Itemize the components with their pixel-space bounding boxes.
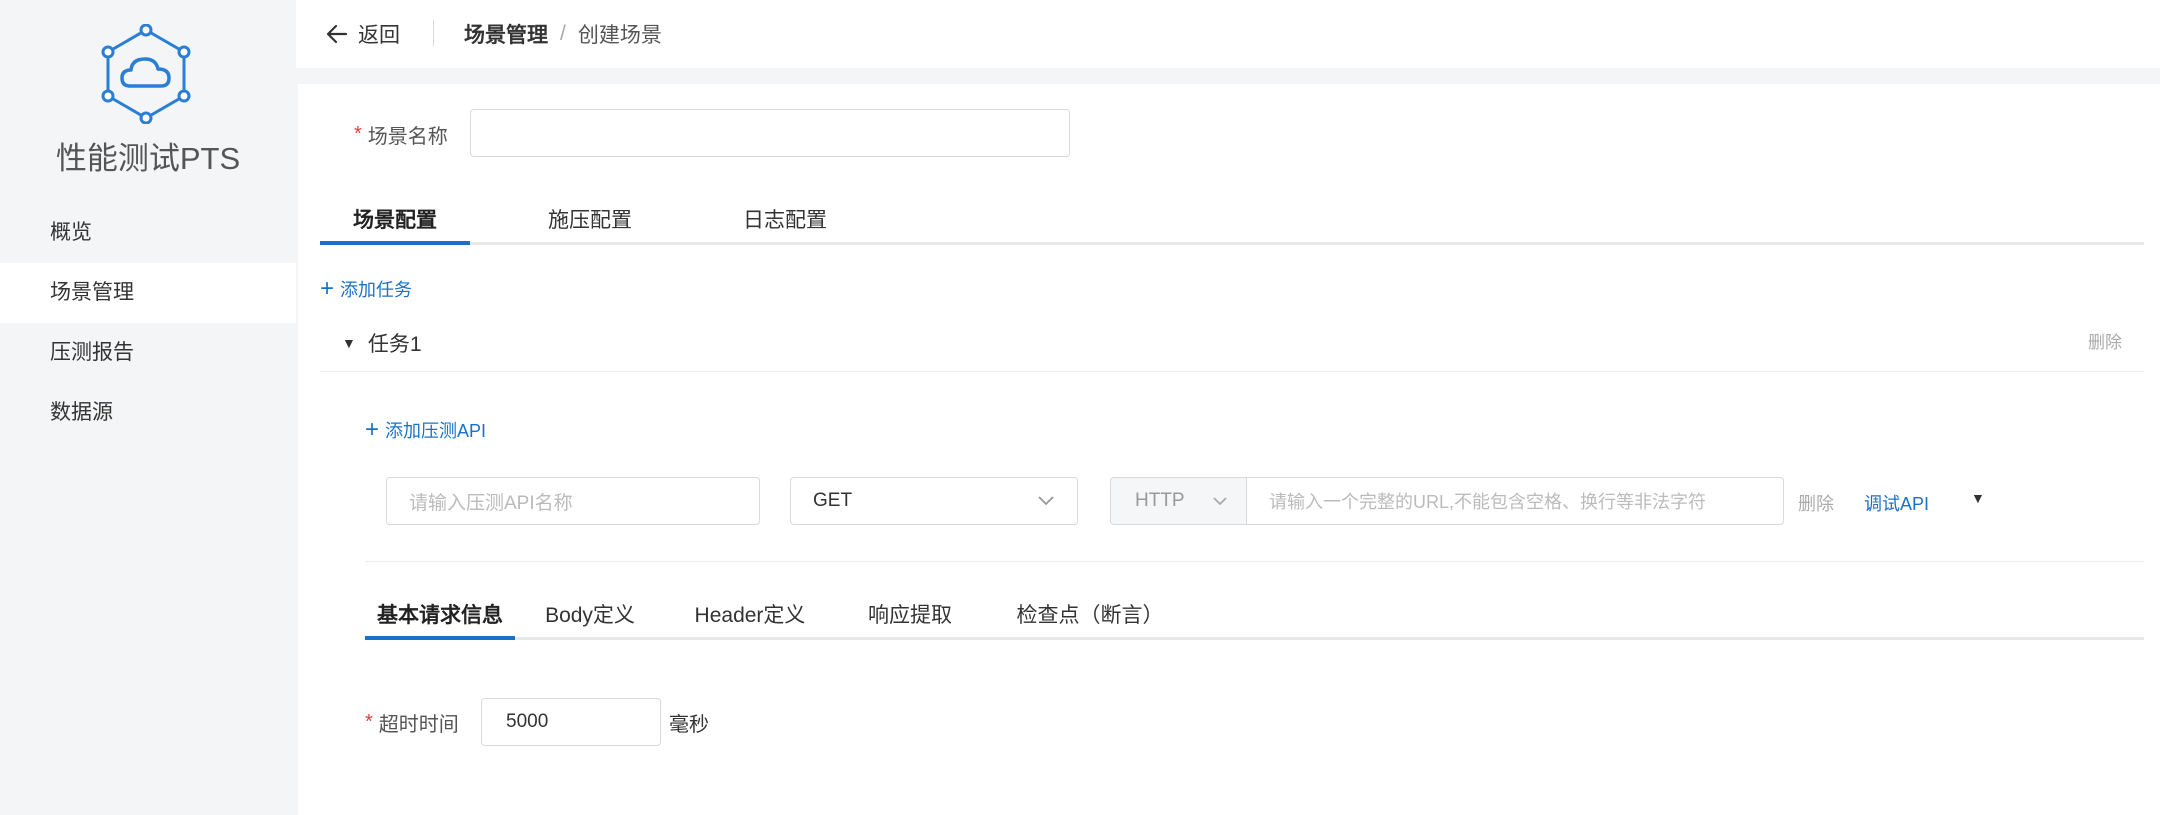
breadcrumb: 场景管理 / 创建场景 (464, 18, 662, 50)
add-api-button[interactable]: + 添加压测API (365, 415, 486, 445)
debug-api-button[interactable]: 调试API (1864, 490, 1929, 516)
method-select[interactable]: GET (790, 477, 1078, 525)
add-task-button[interactable]: + 添加任务 (320, 274, 412, 304)
plus-icon: + (320, 275, 335, 302)
api-name-input[interactable]: 请输入压测API名称 (386, 477, 760, 525)
timeout-label: * 超时时间 (365, 710, 459, 736)
request-tabs: 基本请求信息 Body定义 Header定义 响应提取 检查点（断言） (365, 595, 2144, 640)
scene-name-label: * 场景名称 (354, 122, 448, 148)
app-title: 性能测试PTS (55, 141, 241, 176)
required-mark: * (365, 710, 373, 733)
back-label: 返回 (358, 24, 400, 47)
api-url-input[interactable]: 请输入一个完整的URL,不能包含空格、换行等非法字符 (1246, 477, 1784, 525)
breadcrumb-separator: / (560, 22, 566, 45)
chevron-down-icon (1213, 496, 1227, 505)
tab-basic-request[interactable]: 基本请求信息 (365, 595, 515, 640)
sidebar-item-data-sources[interactable]: 数据源 (0, 383, 296, 443)
sidebar-item-scene-management[interactable]: 场景管理 (0, 263, 296, 323)
breadcrumb-section[interactable]: 场景管理 (464, 19, 548, 49)
tab-checkpoint[interactable]: 检查点（断言） (985, 595, 1195, 637)
main-content: * 场景名称 场景配置 施压配置 日志配置 + 添加任务 ▼ 任务1 删除 + … (298, 84, 2160, 815)
sidebar-item-overview[interactable]: 概览 (0, 203, 296, 263)
tab-body[interactable]: Body定义 (515, 595, 665, 637)
caret-down-icon: ▼ (342, 335, 356, 351)
task-title: 任务1 (367, 333, 422, 356)
task-toggle[interactable]: ▼ 任务1 (342, 314, 422, 372)
expand-caret-icon[interactable]: ▼ (1971, 490, 1985, 506)
sidebar: 性能测试PTS 概览 场景管理 压测报告 数据源 (0, 0, 296, 815)
tab-scene-config[interactable]: 场景配置 (320, 200, 470, 245)
method-value: GET (813, 490, 853, 511)
scene-name-input[interactable] (470, 109, 1070, 157)
task-row: ▼ 任务1 删除 (320, 314, 2144, 372)
timeout-input[interactable]: 5000 (481, 698, 661, 746)
delete-task-button[interactable]: 删除 (2088, 314, 2122, 372)
chevron-down-icon (1038, 496, 1054, 506)
plus-icon: + (365, 416, 380, 443)
required-mark: * (354, 122, 362, 145)
tab-log-config[interactable]: 日志配置 (710, 200, 860, 242)
tab-load-config[interactable]: 施压配置 (470, 200, 710, 242)
sidebar-item-test-reports[interactable]: 压测报告 (0, 323, 296, 383)
sidebar-nav: 概览 场景管理 压测报告 数据源 (0, 203, 296, 443)
protocol-select[interactable]: HTTP (1110, 477, 1246, 525)
arrow-left-icon (326, 24, 348, 44)
header-divider (433, 20, 434, 46)
section-divider (365, 561, 2144, 562)
tab-header[interactable]: Header定义 (665, 595, 835, 637)
timeout-unit: 毫秒 (669, 713, 709, 736)
back-button[interactable]: 返回 (326, 18, 400, 50)
page-header: 返回 场景管理 / 创建场景 (296, 0, 2160, 68)
delete-api-button[interactable]: 删除 (1798, 490, 1834, 516)
cloud-hexagon-icon (101, 24, 191, 124)
protocol-value: HTTP (1135, 490, 1185, 511)
breadcrumb-current: 创建场景 (577, 24, 662, 47)
tab-response-extract[interactable]: 响应提取 (835, 595, 985, 637)
scene-tabs: 场景配置 施压配置 日志配置 (320, 200, 2144, 245)
